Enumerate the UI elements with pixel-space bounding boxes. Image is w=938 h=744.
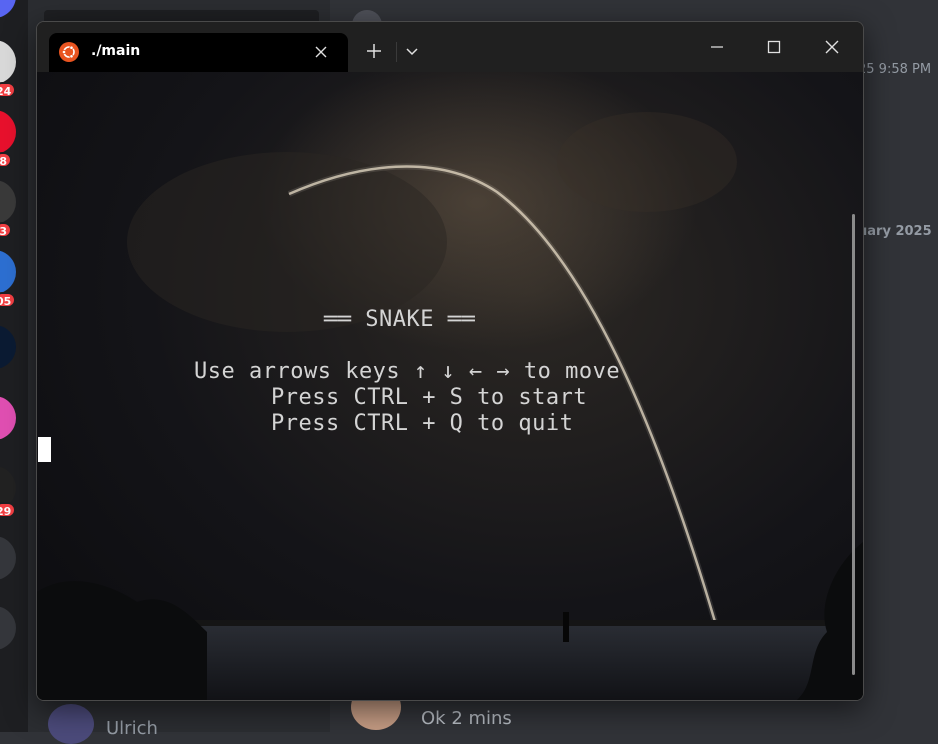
server-icon[interactable]: [0, 110, 16, 154]
notification-badge: 8: [0, 152, 12, 168]
new-tab-button[interactable]: [356, 33, 392, 69]
terminal-window: ./main ══ SNAKE ══ Use arrows keys ↑ ↓ ←…: [36, 21, 864, 701]
scrollbar[interactable]: [852, 214, 855, 675]
maximize-icon: [767, 40, 781, 54]
close-window-button[interactable]: [814, 29, 850, 65]
server-icon[interactable]: [0, 396, 16, 440]
notification-badge: 29: [0, 502, 17, 518]
tab-main[interactable]: ./main: [49, 33, 348, 72]
explore-servers-button[interactable]: [0, 606, 16, 650]
close-icon: [825, 40, 839, 54]
server-icon[interactable]: [0, 250, 16, 294]
server-icon[interactable]: [0, 0, 16, 18]
server-icon[interactable]: [0, 40, 16, 84]
close-icon: [315, 46, 327, 58]
game-title: ══ SNAKE ══: [324, 307, 476, 332]
instruction-start: Press CTRL + S to start: [271, 385, 588, 410]
ubuntu-logo-icon: [59, 42, 79, 62]
server-rail: 24 8 3 05 29: [0, 0, 28, 732]
add-server-button[interactable]: [0, 536, 16, 580]
message-timestamp: 25 9:58 PM: [858, 62, 932, 77]
instruction-quit: Press CTRL + Q to quit: [271, 411, 574, 436]
tab-title: ./main: [91, 43, 141, 59]
user-name[interactable]: Ulrich: [106, 718, 158, 739]
text-cursor: [38, 437, 51, 462]
close-tab-button[interactable]: [311, 42, 331, 62]
terminal-content[interactable]: ══ SNAKE ══ Use arrows keys ↑ ↓ ← → to m…: [37, 72, 863, 700]
notification-badge: 24: [0, 82, 17, 98]
minimize-button[interactable]: [699, 29, 735, 65]
title-bar[interactable]: ./main: [37, 22, 863, 72]
notification-badge: 3: [0, 222, 12, 238]
plus-icon: [367, 44, 381, 58]
avatar[interactable]: [48, 704, 94, 744]
message-text: Ok 2 mins: [421, 708, 512, 729]
minimize-icon: [711, 46, 723, 48]
instruction-move: Use arrows keys ↑ ↓ ← → to move: [194, 359, 621, 384]
server-icon[interactable]: [0, 325, 16, 369]
maximize-button[interactable]: [756, 29, 792, 65]
server-icon[interactable]: [0, 180, 16, 224]
tab-dropdown-button[interactable]: [394, 33, 430, 69]
date-divider: uary 2025: [858, 224, 932, 239]
chevron-down-icon: [406, 48, 418, 56]
notification-badge: 05: [0, 292, 17, 308]
